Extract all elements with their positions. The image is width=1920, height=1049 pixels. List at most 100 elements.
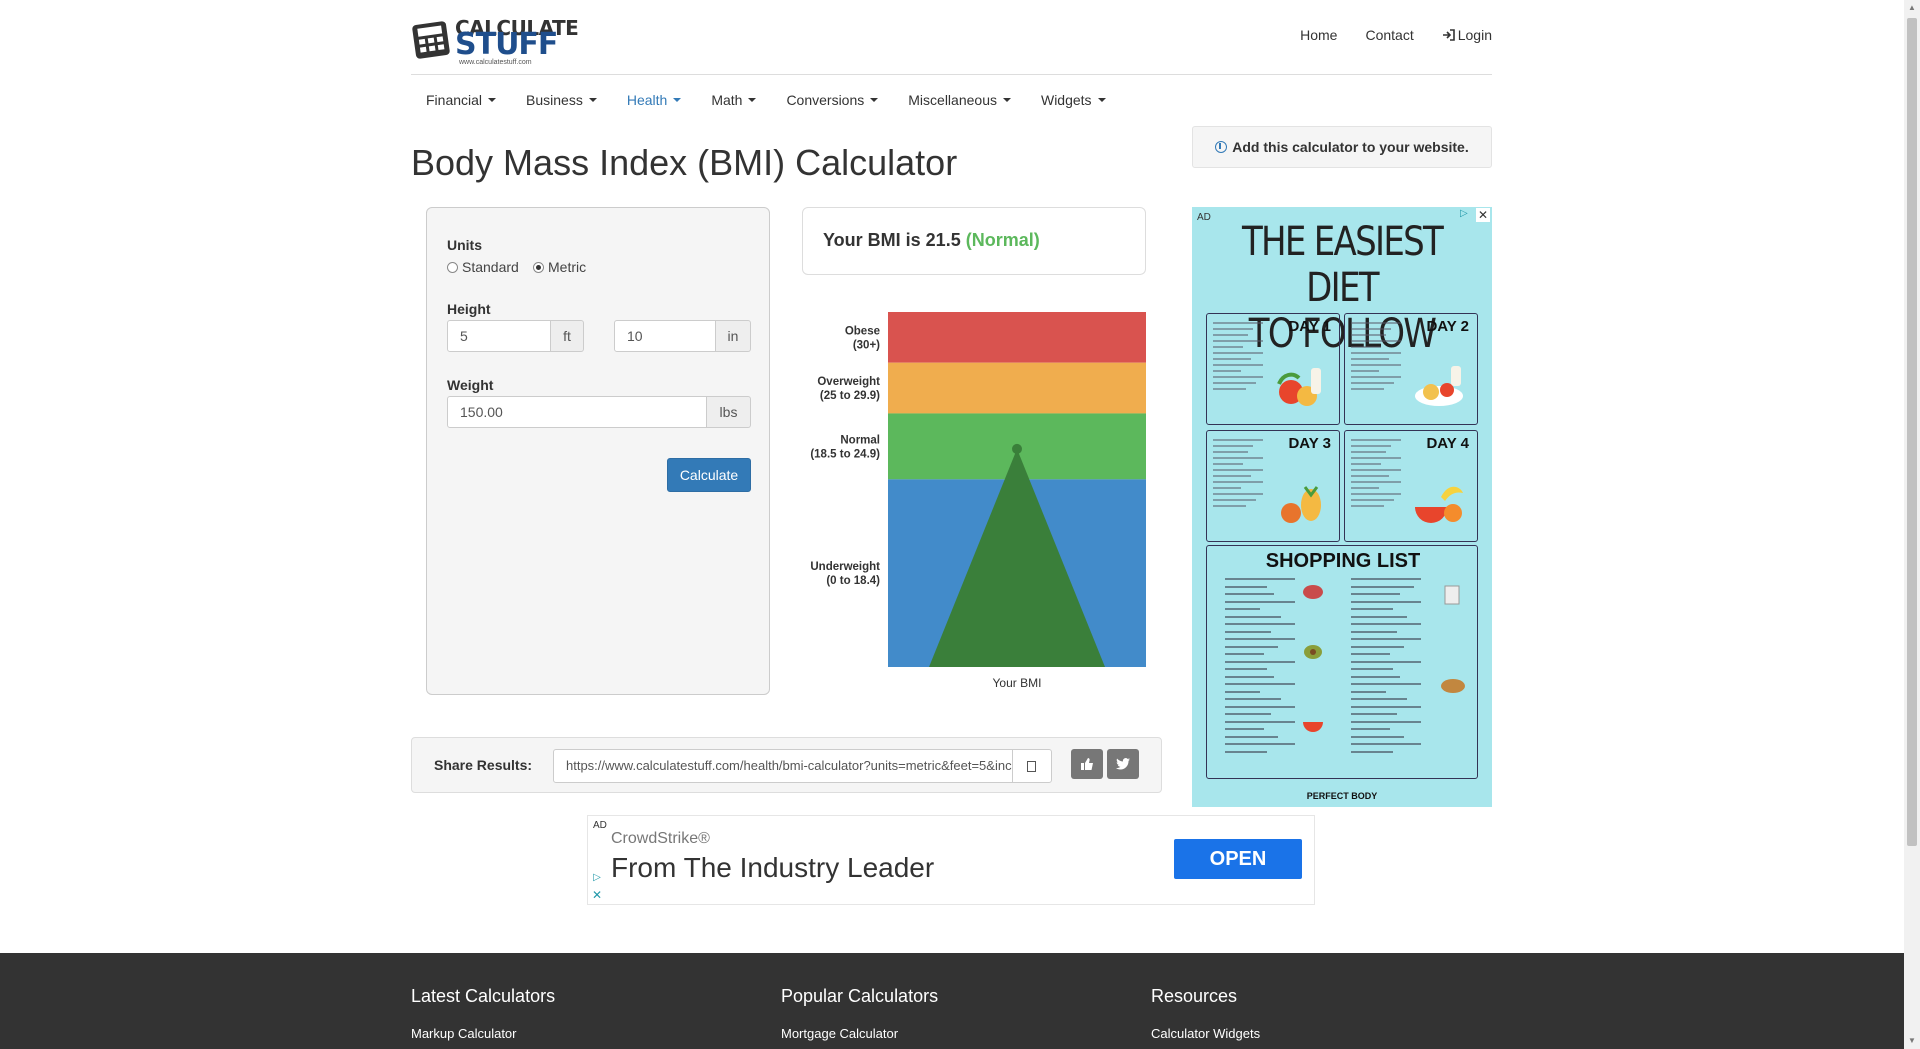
nav-home[interactable]: Home <box>1300 27 1337 43</box>
close-ad-icon[interactable]: ✕ <box>1476 208 1490 222</box>
site-logo[interactable]: CALCULATE STUFF www.calculatestuff.com <box>411 15 579 66</box>
unit-metric-radio[interactable]: Metric <box>533 259 586 275</box>
nav-login[interactable]: Login <box>1442 27 1492 43</box>
top-nav: Home Contact Login <box>1300 27 1492 43</box>
nav-widgets[interactable]: Widgets <box>1041 92 1106 108</box>
logo-text-main: STUFF <box>455 27 558 62</box>
nav-widgets-label: Widgets <box>1040 92 1092 108</box>
share-url-input[interactable]: https://www.calculatestuff.com/health/bm… <box>553 749 1013 783</box>
ad-day-card: DAY 2 <box>1344 313 1478 425</box>
clipboard-icon <box>1027 761 1036 772</box>
nav-miscellaneous[interactable]: Miscellaneous <box>908 92 1011 108</box>
bmi-band-overweight <box>888 362 1146 414</box>
bmi-band-label: Obese <box>845 325 880 337</box>
height-label: Height <box>447 301 491 317</box>
bmi-form: Units Standard Metric Height 5 ft 10 in … <box>426 207 770 695</box>
nav-financial[interactable]: Financial <box>426 92 497 108</box>
food-illustration-icon <box>1415 366 1463 406</box>
nav-math-label: Math <box>711 92 743 108</box>
bmi-result: Your BMI is 21.5 (Normal) <box>802 207 1146 275</box>
caret-down-icon <box>1097 98 1106 102</box>
caret-down-icon <box>673 98 682 102</box>
nav-contact[interactable]: Contact <box>1365 27 1413 43</box>
radio-standard[interactable] <box>447 261 458 273</box>
bmi-band-range: (30+) <box>853 339 880 351</box>
food-illustration-icon <box>1415 486 1463 523</box>
nav-financial-label: Financial <box>426 92 483 108</box>
nav-business[interactable]: Business <box>526 92 597 108</box>
calculate-button[interactable]: Calculate <box>667 458 751 492</box>
nav-health-label: Health <box>626 92 668 108</box>
page-scrollbar[interactable]: ▲ ▼ <box>1904 0 1920 1049</box>
height-in-unit: in <box>716 320 751 352</box>
radio-metric[interactable] <box>533 261 544 273</box>
share-results-bar: Share Results: https://www.calculatestuf… <box>411 737 1162 793</box>
ad-day-card: DAY 3 <box>1206 430 1340 542</box>
nav-conversions-label: Conversions <box>786 92 865 108</box>
nav-health[interactable]: Health <box>626 92 682 108</box>
adchoices-icon[interactable]: ▷ <box>590 872 604 886</box>
bmi-band-obese <box>888 312 1146 363</box>
bmi-result-value: Your BMI is 21.5 <box>823 230 961 250</box>
food-category-icons <box>1441 585 1465 693</box>
ad-day-label: DAY 3 <box>1288 435 1331 452</box>
footer-resources-link[interactable]: Calculator Widgets <box>1151 1026 1260 1041</box>
nav-math[interactable]: Math <box>711 92 757 108</box>
ad-shopping-list: SHOPPING LIST <box>1206 545 1478 779</box>
ad-day-card: DAY 4 <box>1344 430 1478 542</box>
close-ad-icon[interactable]: ✕ <box>590 888 604 902</box>
add-calculator-label: Add this calculator to your website. <box>1232 139 1469 155</box>
ad-day-label: DAY 1 <box>1288 318 1331 335</box>
calculator-logo-icon <box>412 21 450 59</box>
weight-input[interactable]: 150.00 <box>447 396 707 428</box>
nav-miscellaneous-label: Miscellaneous <box>908 92 997 108</box>
ad-brand: CrowdStrike® <box>611 830 710 847</box>
bmi-band-label: Overweight <box>817 376 880 388</box>
weight-unit: lbs <box>707 396 751 428</box>
scroll-up-icon[interactable]: ▲ <box>1908 4 1916 12</box>
nav-business-label: Business <box>526 92 583 108</box>
footer: Latest Calculators Markup Calculator Pop… <box>0 953 1904 1049</box>
side-advertisement[interactable]: AD ▷ ✕ THE EASIEST DIET TO FOLLOW DAY 1 … <box>1192 207 1492 807</box>
share-label: Share Results: <box>434 757 533 773</box>
caret-down-icon <box>748 98 757 102</box>
height-ft-unit: ft <box>551 320 584 352</box>
caret-down-icon <box>488 98 497 102</box>
units-label: Units <box>447 237 482 253</box>
unit-metric-label: Metric <box>548 259 587 275</box>
footer-resources-title: Resources <box>1151 986 1238 1006</box>
ad-day-label: DAY 2 <box>1426 318 1469 335</box>
twitter-share-button[interactable] <box>1107 749 1139 779</box>
copy-url-button[interactable] <box>1012 749 1052 783</box>
ad-open-button[interactable]: OPEN <box>1174 839 1302 879</box>
ad-brand: PERFECT BODY <box>1306 791 1378 801</box>
bmi-band-range: (25 to 29.9) <box>820 390 880 402</box>
bmi-result-category: (Normal) <box>965 230 1040 250</box>
login-label: Login <box>1457 27 1492 43</box>
thumbs-up-icon <box>1081 758 1093 770</box>
add-calculator-button[interactable]: Add this calculator to your website. <box>1192 126 1492 168</box>
bottom-advertisement[interactable]: AD CrowdStrike® From The Industry Leader… <box>587 815 1315 905</box>
bmi-band-range: (0 to 18.4) <box>826 575 880 587</box>
food-illustration-icon <box>1277 368 1321 406</box>
main-nav: Financial Business Health Math Conversio… <box>411 92 1120 108</box>
header-divider <box>411 74 1492 75</box>
login-icon <box>1442 29 1455 41</box>
scroll-down-icon[interactable]: ▼ <box>1908 1037 1916 1045</box>
caret-down-icon <box>588 98 597 102</box>
height-in-input[interactable]: 10 <box>614 320 716 352</box>
nav-conversions[interactable]: Conversions <box>786 92 879 108</box>
chart-x-label: Your BMI <box>993 676 1042 690</box>
footer-latest-link[interactable]: Markup Calculator <box>411 1026 517 1041</box>
ad-tagline: From The Industry Leader <box>611 852 935 883</box>
footer-popular-link[interactable]: Mortgage Calculator <box>781 1026 898 1041</box>
footer-latest-title: Latest Calculators <box>411 986 556 1006</box>
facebook-like-button[interactable] <box>1071 749 1103 779</box>
scrollbar-thumb[interactable] <box>1907 18 1917 846</box>
bmi-band-label: Underweight <box>810 561 880 573</box>
page-title: Body Mass Index (BMI) Calculator <box>411 142 958 183</box>
ad-day-card: DAY 1 <box>1206 313 1340 425</box>
height-ft-input[interactable]: 5 <box>447 320 551 352</box>
unit-standard-radio[interactable]: Standard <box>447 259 519 275</box>
ad-day-label: DAY 4 <box>1426 435 1469 452</box>
